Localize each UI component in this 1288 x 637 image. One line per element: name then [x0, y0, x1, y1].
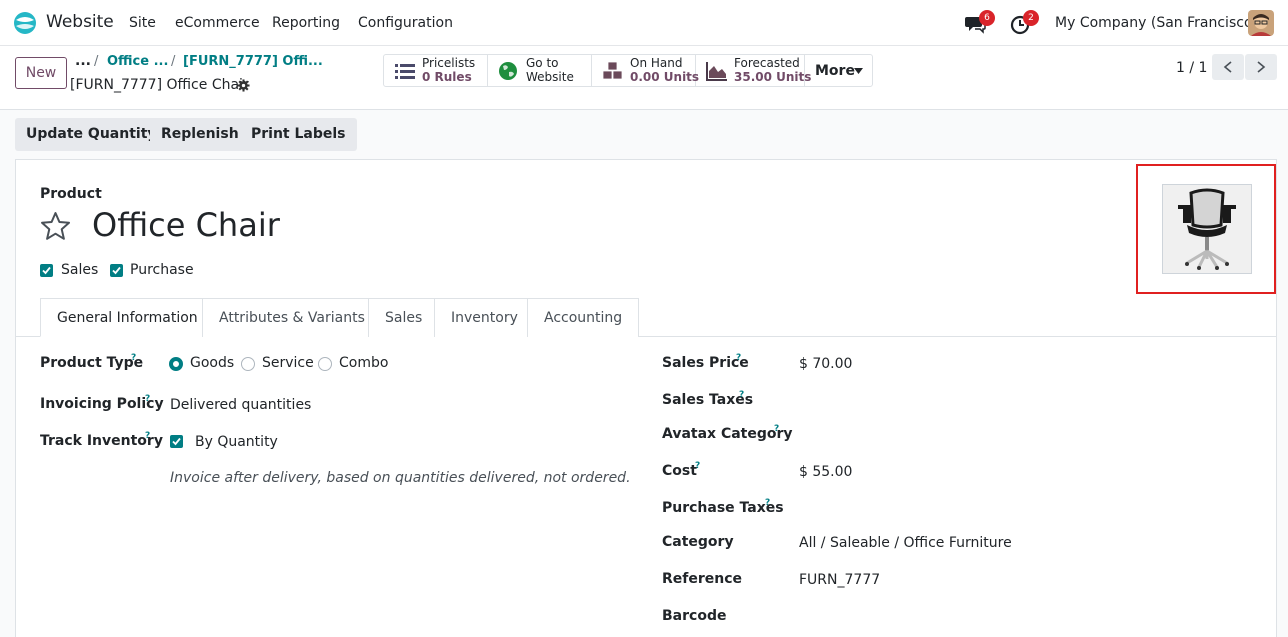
- radio-service[interactable]: [241, 357, 255, 371]
- print-labels-button[interactable]: Print Labels: [240, 118, 357, 151]
- check-icon: [42, 266, 51, 275]
- office-chair-image: [1178, 188, 1236, 270]
- menu-ecommerce[interactable]: eCommerce: [175, 15, 260, 31]
- menu-site[interactable]: Site: [129, 15, 156, 31]
- gear-icon[interactable]: [237, 79, 250, 92]
- messages-count-badge: 6: [979, 10, 995, 26]
- pricelists-title: Pricelists: [422, 56, 476, 70]
- reference-label: Reference: [662, 571, 743, 587]
- record-title: [FURN_7777] Office Chair: [70, 77, 249, 93]
- help-tooltip-icon[interactable]: ?: [145, 394, 150, 404]
- new-button[interactable]: New: [15, 57, 67, 89]
- sales-checkbox-label[interactable]: Sales: [61, 262, 98, 278]
- check-icon: [172, 437, 181, 446]
- radio-goods[interactable]: [169, 357, 183, 371]
- tab-inventory[interactable]: Inventory: [434, 298, 535, 337]
- product-name-field[interactable]: Office Chair: [92, 206, 280, 244]
- breadcrumb-product[interactable]: [FURN_7777] Offi...: [183, 54, 323, 69]
- menu-configuration[interactable]: Configuration: [358, 15, 453, 31]
- tab-accounting[interactable]: Accounting: [527, 298, 640, 337]
- breadcrumb-office[interactable]: Office ...: [107, 54, 168, 69]
- pricelists-value: 0 Rules: [422, 70, 472, 84]
- update-quantity-button[interactable]: Update Quantity: [15, 118, 168, 151]
- user-avatar[interactable]: [1248, 10, 1274, 36]
- check-icon: [112, 266, 121, 275]
- reference-field[interactable]: FURN_7777: [799, 572, 880, 588]
- help-tooltip-icon[interactable]: ?: [695, 461, 700, 471]
- help-tooltip-icon[interactable]: ?: [774, 424, 779, 434]
- globe-icon: [499, 62, 517, 80]
- sales-price-field[interactable]: $ 70.00: [799, 356, 852, 372]
- caret-down-icon: [854, 68, 863, 74]
- category-field[interactable]: All / Saleable / Office Furniture: [799, 535, 1012, 551]
- more-button[interactable]: More: [805, 55, 872, 86]
- avatax-category-label: Avatax Category: [662, 426, 793, 442]
- help-tooltip-icon[interactable]: ?: [736, 353, 741, 363]
- go-to-title: Go to: [526, 56, 559, 70]
- product-type-label: Product Type: [40, 355, 144, 371]
- chevron-left-icon: [1223, 61, 1232, 73]
- on-hand-button[interactable]: On Hand 0.00 Units: [592, 55, 700, 86]
- pricelists-button[interactable]: Pricelists 0 Rules: [384, 55, 488, 86]
- help-tooltip-icon[interactable]: ?: [739, 390, 744, 400]
- top-navbar: Website Site eCommerce Reporting Configu…: [0, 0, 1288, 46]
- forecasted-value: 35.00 Units: [734, 70, 812, 84]
- go-to-website-button[interactable]: Go to Website: [488, 55, 592, 86]
- chevron-right-icon: [1257, 61, 1266, 73]
- company-switcher[interactable]: My Company (San Francisco): [1055, 15, 1258, 31]
- favorite-star-icon[interactable]: [40, 211, 71, 241]
- smart-buttons: Pricelists 0 Rules Go to Website On Hand…: [383, 54, 873, 87]
- cost-field[interactable]: $ 55.00: [799, 464, 852, 480]
- list-icon: [395, 64, 415, 79]
- on-hand-title: On Hand: [630, 56, 683, 70]
- radio-service-label[interactable]: Service: [262, 355, 314, 371]
- control-panel: New ... / Office ... / [FURN_7777] Offi.…: [0, 46, 1288, 110]
- track-inventory-checkbox[interactable]: [170, 435, 183, 448]
- help-tooltip-icon[interactable]: ?: [131, 353, 136, 363]
- radio-combo[interactable]: [318, 357, 332, 371]
- sales-checkbox[interactable]: [40, 264, 53, 277]
- category-label: Category: [662, 534, 734, 550]
- help-tooltip-icon[interactable]: ?: [765, 498, 770, 508]
- cost-label: Cost: [662, 463, 697, 479]
- area-chart-icon: [706, 62, 727, 81]
- forecasted-title: Forecasted: [734, 56, 800, 70]
- purchase-checkbox-label[interactable]: Purchase: [130, 262, 194, 278]
- cubes-icon: [602, 61, 623, 80]
- help-tooltip-icon[interactable]: ?: [145, 431, 150, 441]
- forecasted-button[interactable]: Forecasted 35.00 Units: [696, 55, 811, 86]
- replenish-button[interactable]: Replenish: [150, 118, 250, 151]
- purchase-checkbox[interactable]: [110, 264, 123, 277]
- pager-next-button[interactable]: [1245, 54, 1277, 80]
- product-image[interactable]: [1162, 184, 1252, 274]
- website-app-icon[interactable]: [12, 11, 38, 35]
- invoicing-help-text: Invoice after delivery, based on quantit…: [170, 470, 631, 486]
- menu-reporting[interactable]: Reporting: [272, 15, 340, 31]
- activities-count-badge: 2: [1023, 10, 1039, 26]
- pager-previous-button[interactable]: [1212, 54, 1244, 80]
- app-name[interactable]: Website: [46, 12, 114, 32]
- product-label: Product: [40, 186, 102, 202]
- breadcrumb-collapsed[interactable]: ...: [75, 53, 91, 69]
- barcode-label: Barcode: [662, 608, 727, 624]
- breadcrumb-separator: /: [171, 54, 176, 69]
- track-inventory-mode-field[interactable]: By Quantity: [195, 434, 278, 450]
- go-to-website-label: Website: [526, 70, 574, 84]
- more-label: More: [815, 63, 855, 79]
- invoicing-policy-field[interactable]: Delivered quantities: [170, 397, 311, 413]
- on-hand-value: 0.00 Units: [630, 70, 700, 84]
- pager-value[interactable]: 1 / 1: [1176, 60, 1207, 76]
- radio-goods-label[interactable]: Goods: [190, 355, 234, 371]
- breadcrumb-separator: /: [94, 54, 99, 69]
- tab-sales[interactable]: Sales: [368, 298, 440, 337]
- tab-attributes-variants[interactable]: Attributes & Variants: [202, 298, 382, 337]
- tab-general-information[interactable]: General Information: [40, 298, 215, 337]
- radio-combo-label[interactable]: Combo: [339, 355, 388, 371]
